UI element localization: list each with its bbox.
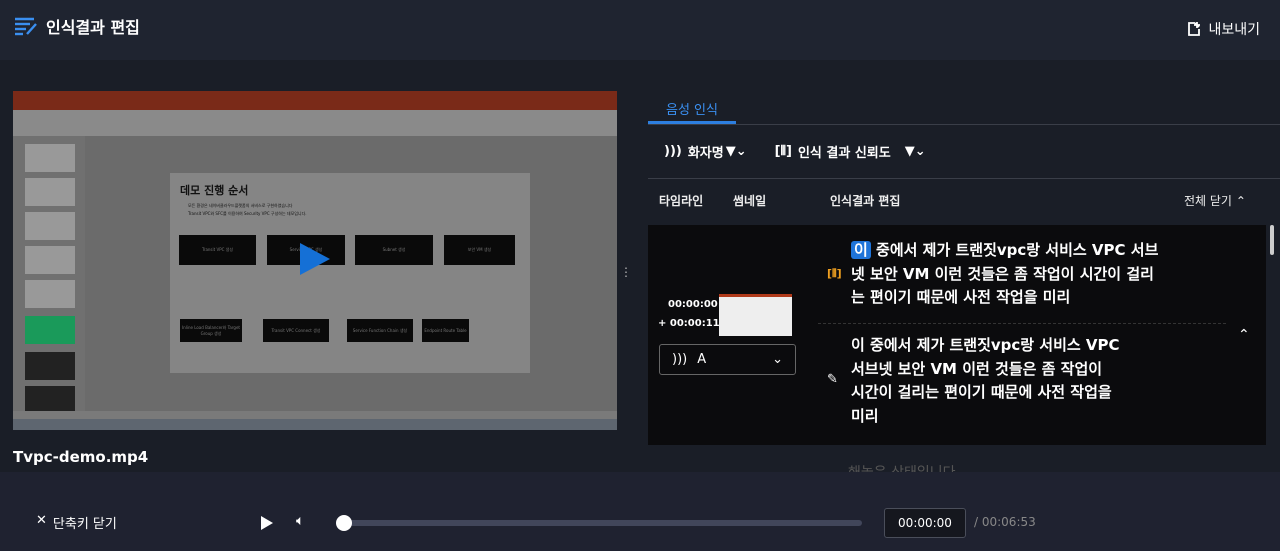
speaker-value: A	[697, 352, 707, 367]
step-box: Endpoint Route Table	[422, 319, 469, 342]
text-line: 미리	[851, 406, 879, 425]
filter-dropdown-icon: ▼⌄	[904, 144, 926, 159]
volume-icon[interactable]: 🔈︎	[296, 513, 304, 529]
pencil-icon: ✎	[827, 372, 838, 387]
step-box: Inline Load Balancer와 Target Group 생성	[180, 319, 242, 342]
video-filename: Tvpc-demo.mp4	[13, 448, 149, 466]
confidence-filter[interactable]: [⫴] 인식 결과 신뢰도 ▼⌄	[775, 142, 926, 161]
edited-text[interactable]: 이 중에서 제가 트랜짓vpc랑 서비스 VPC 서브넷 보안 VM 이런 것들…	[851, 334, 1120, 428]
ppt-statusbar	[13, 411, 617, 419]
column-timeline: 타임라인	[659, 194, 704, 208]
export-label: 내보내기	[1208, 22, 1260, 38]
speaker-select[interactable]: ))) A ⌄	[659, 344, 796, 375]
progress-handle[interactable]	[336, 515, 352, 531]
text-line: 넷 보안 VM 이런 것들은 좀 작업이 시간이 걸리	[851, 264, 1154, 283]
text-line: 시간이 걸리는 편이기 때문에 사전 작업을	[851, 383, 1112, 401]
column-edit: 인식결과 편집	[830, 194, 901, 208]
column-thumbnail: 썸네일	[733, 194, 767, 208]
recognized-text[interactable]: 이 중에서 제가 트랜짓vpc랑 서비스 VPC 서브 넷 보안 VM 이런 것…	[851, 239, 1158, 310]
current-time-input[interactable]: 00:00:00	[884, 508, 966, 538]
segment-duration: + 00:00:11	[658, 318, 720, 329]
text-line: 서브넷 보안 VM 이런 것들은 좀 작업이	[851, 359, 1103, 378]
step-box: Transit VPC 생성	[179, 235, 256, 265]
divider	[648, 178, 1280, 179]
collapse-segment-icon[interactable]: ⌃	[1238, 327, 1250, 343]
slide-title: 데모 진행 순서	[180, 184, 249, 197]
play-icon[interactable]	[261, 516, 273, 530]
low-confidence-word[interactable]: 이	[851, 241, 871, 259]
ppt-slide-thumbnails	[13, 136, 85, 414]
segment-thumbnail[interactable]	[719, 294, 792, 336]
confidence-filter-label: 인식 결과 신뢰도	[797, 146, 891, 161]
resize-handle-icon[interactable]: ⋮	[620, 265, 632, 279]
text-line: 이 중에서 제가 트랜짓vpc랑 서비스 VPC	[851, 336, 1120, 354]
page-title: 인식결과 편집	[46, 18, 140, 37]
export-icon	[1188, 22, 1201, 36]
scrollbar[interactable]	[1270, 225, 1274, 255]
chevron-up-icon: ⌃	[1235, 194, 1246, 208]
play-overlay-icon[interactable]	[300, 243, 330, 275]
filter-dropdown-icon: ▼⌄	[725, 144, 747, 159]
ppt-titlebar	[13, 91, 617, 101]
step-box: Service Function Chain 생성	[347, 319, 413, 342]
total-duration: / 00:06:53	[974, 515, 1036, 529]
step-box: 보안 VM 생성	[444, 235, 515, 265]
step-box: Subnet 생성	[355, 235, 433, 265]
segment-start: 00:00:00	[668, 299, 718, 310]
chevron-down-icon: ⌄	[772, 352, 783, 367]
speaker-filter-label: 화자명	[687, 146, 724, 161]
collapse-all-button[interactable]: 전체 닫기 ⌃	[1184, 192, 1246, 209]
close-shortcuts-label: 단축키 닫기	[52, 517, 117, 532]
app-header: 인식결과 편집 내보내기	[0, 0, 1280, 60]
export-button[interactable]: 내보내기	[1186, 19, 1260, 39]
ppt-tabs	[13, 101, 617, 110]
filter-bar: ))) 화자명 ▼⌄ [⫴] 인식 결과 신뢰도 ▼⌄	[664, 142, 926, 161]
speaker-filter[interactable]: ))) 화자명 ▼⌄	[664, 142, 747, 161]
progress-slider[interactable]	[340, 520, 862, 526]
segment-row: 00:00:00 + 00:00:11 ))) A ⌄ [⫴] 이 중에서 제가…	[648, 225, 1266, 445]
slide: 데모 진행 순서 모든 환경은 네이버클라우드플랫폼의 서비스로 구현하였습니다…	[170, 173, 530, 373]
tab-speech-recognition[interactable]: 음성 인식	[648, 97, 736, 124]
speaker-icon: )))	[664, 144, 682, 159]
close-icon: ✕	[36, 513, 47, 528]
tab-divider	[648, 124, 1280, 125]
ppt-ribbon	[13, 110, 617, 136]
confidence-icon: [⫴]	[774, 144, 792, 159]
confidence-icon: [⫴]	[827, 267, 842, 280]
text-line: 는 편이기 때문에 사전 작업을 미리	[851, 288, 1071, 306]
close-shortcuts-button[interactable]: ✕ 단축키 닫기	[36, 513, 117, 532]
text-line: 중에서 제가 트랜짓vpc랑 서비스 VPC 서브	[870, 241, 1159, 259]
windows-taskbar	[13, 419, 617, 430]
slide-bullet: 모든 환경은 네이버클라우드플랫폼의 서비스로 구현하였습니다	[188, 203, 293, 208]
speaker-icon: )))	[672, 352, 688, 367]
divider	[818, 323, 1226, 324]
slide-bullet: Transit VPC와 SFC를 이용하여 Security VPC 구성하는…	[188, 211, 307, 216]
collapse-all-label: 전체 닫기	[1184, 194, 1232, 208]
player-bar: ✕ 단축키 닫기 🔈︎ 00:00:00 / 00:06:53	[0, 472, 1280, 551]
step-box: Transit VPC Connect 생성	[263, 319, 329, 342]
edit-list-icon	[15, 17, 37, 36]
video-player[interactable]: 데모 진행 순서 모든 환경은 네이버클라우드플랫폼의 서비스로 구현하였습니다…	[13, 91, 617, 430]
